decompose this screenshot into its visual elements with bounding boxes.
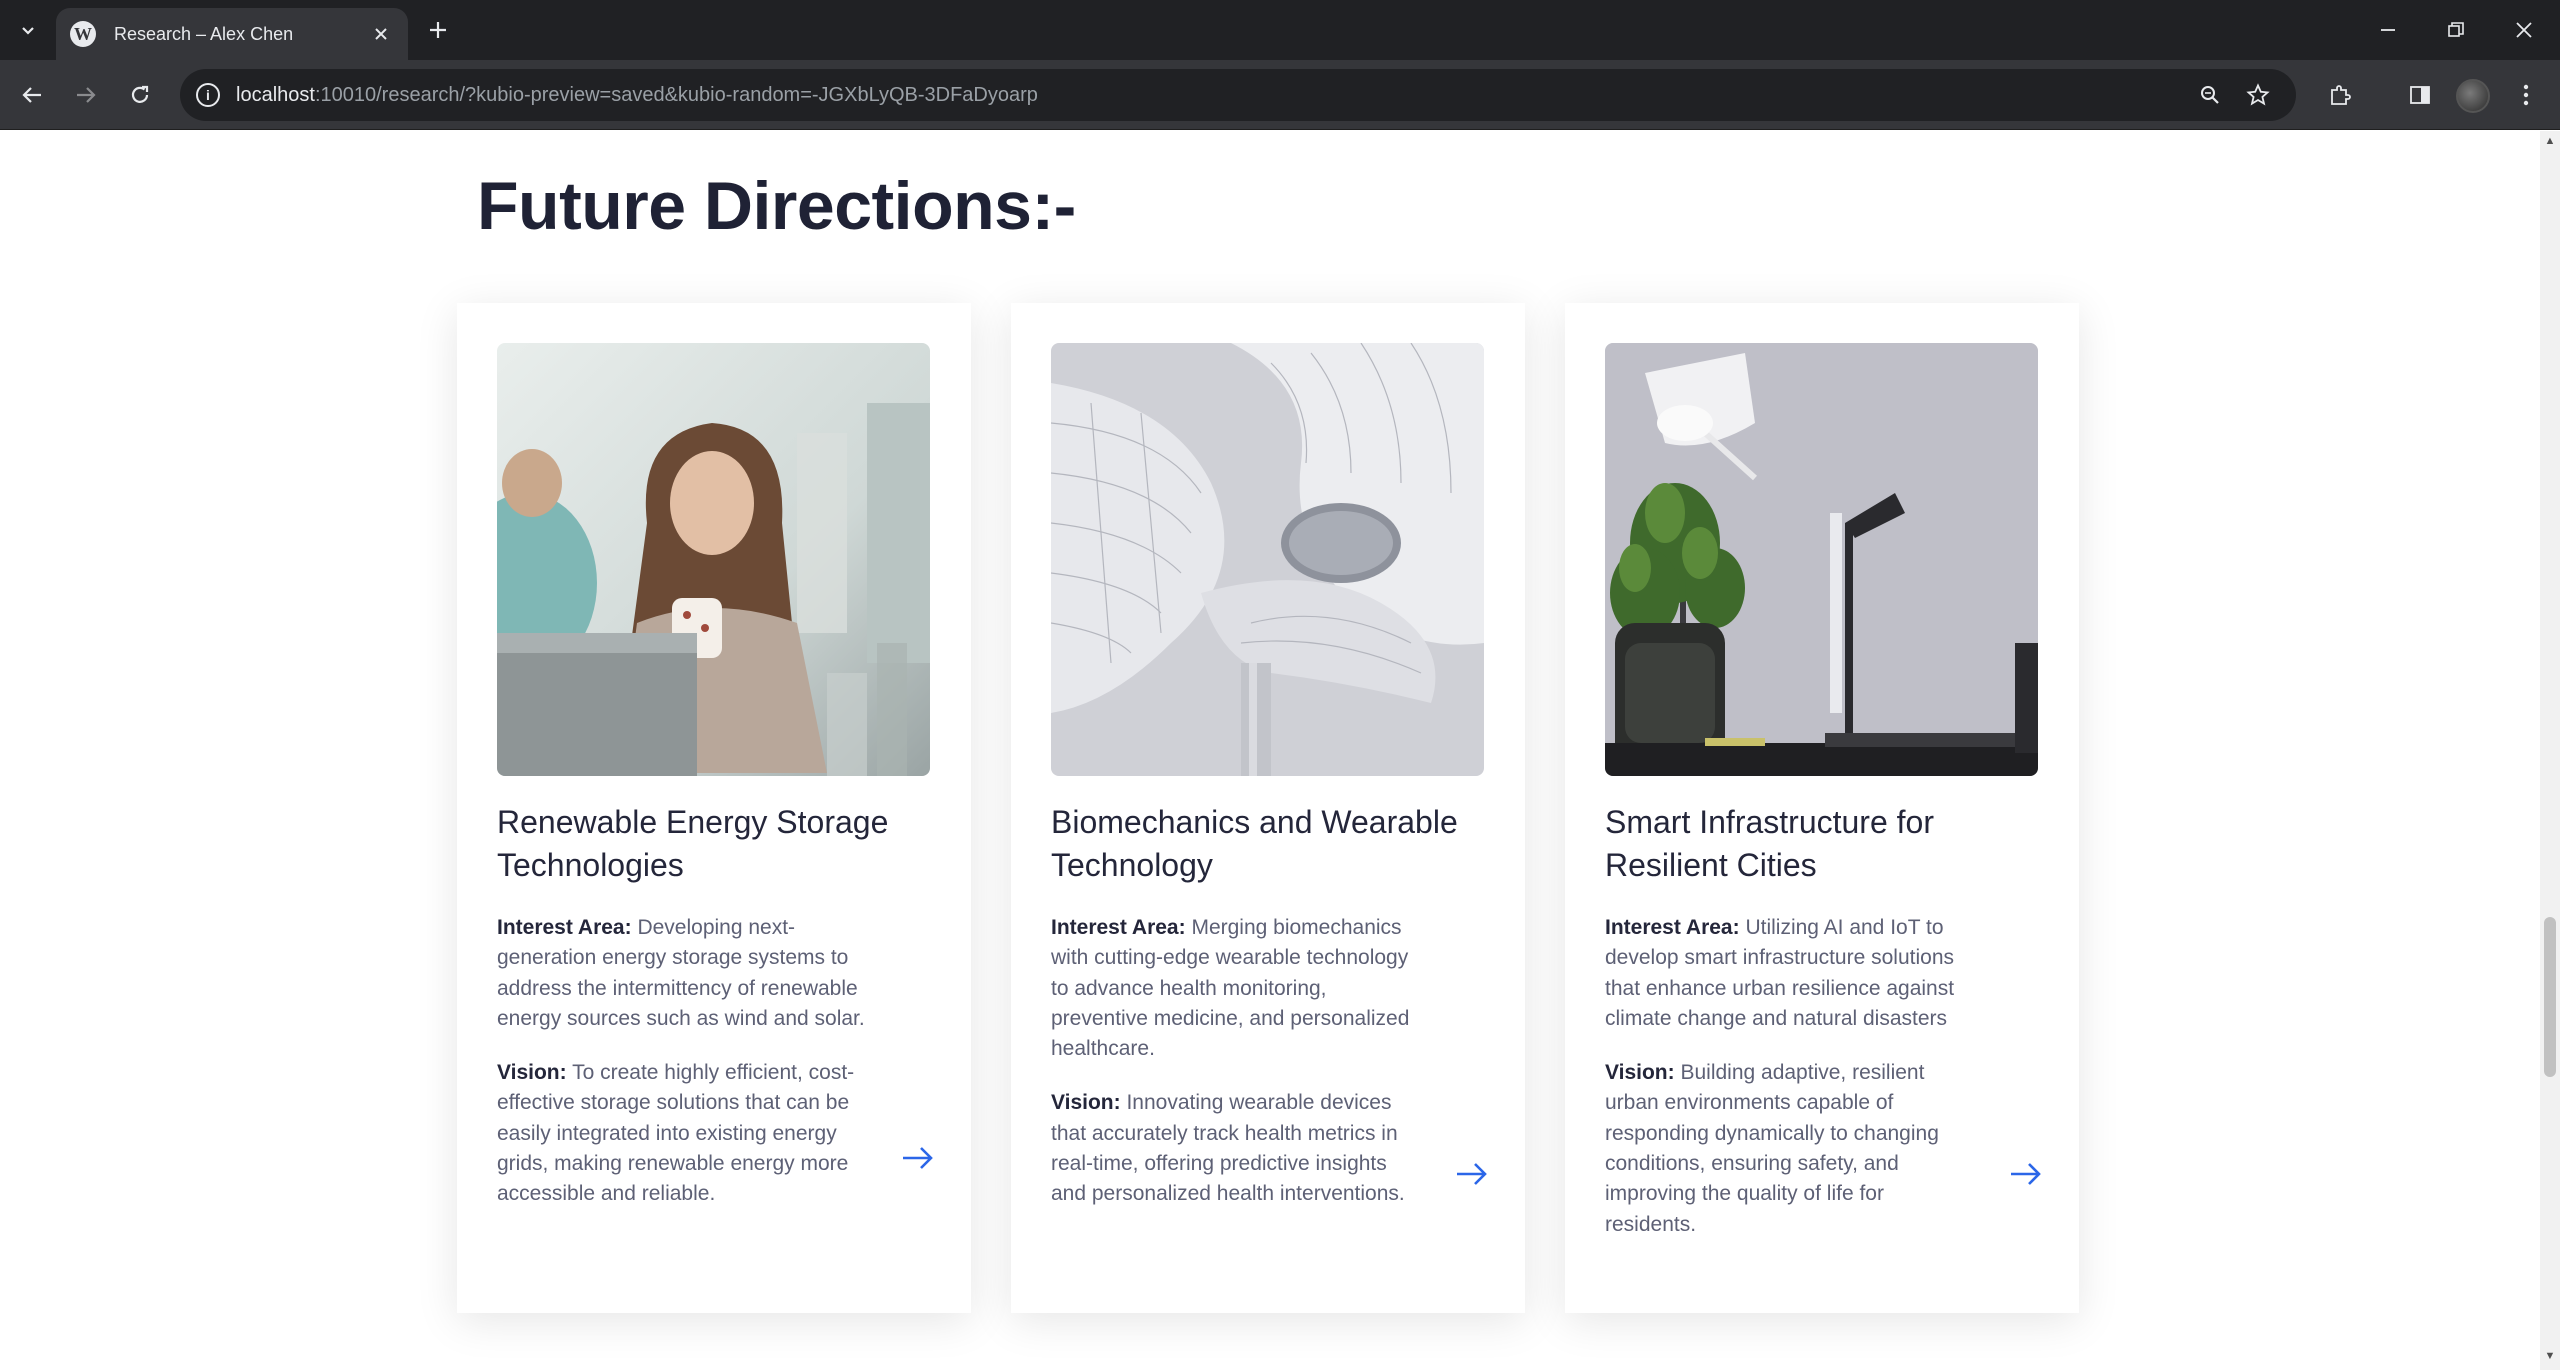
research-card: Biomechanics and Wearable Technology Int… [1011,303,1525,1313]
page-scrollbar[interactable]: ▲ ▼ [2540,131,2560,1370]
research-card: Renewable Energy Storage Technologies In… [457,303,971,1313]
card-link-button[interactable] [2005,1154,2045,1194]
reload-icon [131,85,149,103]
browser-tab-active[interactable]: W Research – Alex Chen [56,8,408,60]
scroll-up-arrow-icon[interactable]: ▲ [2540,135,2560,151]
info-icon[interactable]: i [196,83,220,107]
card-title: Smart Infrastructure for Resilient Citie… [1605,804,1934,883]
tab-close-button[interactable] [368,21,394,47]
url-host: localhost [236,83,315,106]
interest-label: Interest Area: [1051,916,1186,939]
close-icon [375,28,387,40]
research-card: Smart Infrastructure for Resilient Citie… [1565,303,2079,1313]
new-tab-button[interactable] [420,12,456,48]
extensions-button[interactable] [2322,77,2358,113]
card-link-button[interactable] [897,1138,937,1178]
card-title: Renewable Energy Storage Technologies [497,804,889,883]
curved-architecture-photo [1051,343,1484,776]
magnifier-icon [2201,86,2219,104]
section-title: Future Directions:- [477,168,1076,244]
tab-strip: W Research – Alex Chen [0,0,2560,60]
zoom-button[interactable] [2194,79,2226,111]
arrow-right-icon [903,1147,933,1169]
card-image-curved-architecture [1051,343,1484,776]
interest-paragraph: Interest Area: Utilizing AI and IoT to d… [1605,913,1975,1034]
url-path: :10010/research/?kubio-preview=saved&kub… [314,83,1038,106]
tab-title: Research – Alex Chen [114,23,294,44]
tab-search-button[interactable] [10,14,46,46]
interest-paragraph: Interest Area: Developing next-generatio… [497,913,867,1034]
card-title: Biomechanics and Wearable Technology [1051,804,1458,883]
vision-paragraph: Vision: Innovating wearable devices that… [1051,1088,1421,1209]
profile-avatar[interactable] [2456,79,2490,113]
vision-paragraph: Vision: Building adaptive, resilient urb… [1605,1058,1975,1240]
interest-paragraph: Interest Area: Merging biomechanics with… [1051,913,1421,1064]
vision-text: Building adaptive, resilient urban envir… [1605,1061,1939,1236]
vision-label: Vision: [1605,1061,1675,1085]
back-button[interactable] [14,77,50,113]
card-body: Interest Area: Merging biomechanics with… [1051,913,1421,1234]
minimize-button[interactable] [2354,0,2422,60]
page-viewport: Future Directions:- Renewable Energy Sto… [0,131,2540,1370]
reload-button[interactable] [122,77,158,113]
address-bar[interactable]: i localhost:10010/research/?kubio-previe… [180,69,2296,121]
chevron-down-icon [22,27,34,35]
restore-icon [2448,22,2464,37]
side-panel-icon [2410,86,2430,104]
woman-with-mug-photo [497,343,930,776]
plus-icon [430,22,446,38]
close-window-button[interactable] [2490,0,2558,60]
side-panel-button[interactable] [2402,77,2438,113]
card-image-woman-with-mug [497,343,930,776]
close-icon [2516,22,2532,38]
interest-label: Interest Area: [1605,916,1740,939]
minimize-icon [2381,29,2395,31]
browser-toolbar: i localhost:10010/research/?kubio-previe… [0,60,2560,130]
url-text: localhost:10010/research/?kubio-preview=… [236,84,1038,107]
card-body: Interest Area: Developing next-generatio… [497,913,867,1234]
vision-label: Vision: [1051,1091,1121,1115]
vision-label: Vision: [497,1061,567,1085]
scroll-down-arrow-icon[interactable]: ▼ [2540,1350,2560,1366]
card-link-button[interactable] [1451,1154,1491,1194]
arrow-right-icon [77,87,96,103]
restore-button[interactable] [2422,0,2490,60]
card-body: Interest Area: Utilizing AI and IoT to d… [1605,913,1975,1264]
kebab-menu-icon [2523,84,2529,106]
wordpress-favicon-icon: W [70,21,96,47]
card-image-desk-lamp-plant [1605,343,2038,776]
puzzle-icon [2331,85,2351,105]
desk-lamp-plant-photo [1605,343,2038,776]
arrow-left-icon [22,87,41,103]
interest-label: Interest Area: [497,916,632,939]
bookmark-button[interactable] [2242,79,2274,111]
forward-button[interactable] [68,77,104,113]
arrow-right-icon [1457,1163,1487,1185]
arrow-right-icon [2011,1163,2041,1185]
scrollbar-thumb[interactable] [2544,917,2556,1077]
browser-menu-button[interactable] [2508,77,2544,113]
star-icon [2246,83,2270,106]
vision-paragraph: Vision: To create highly efficient, cost… [497,1058,867,1209]
